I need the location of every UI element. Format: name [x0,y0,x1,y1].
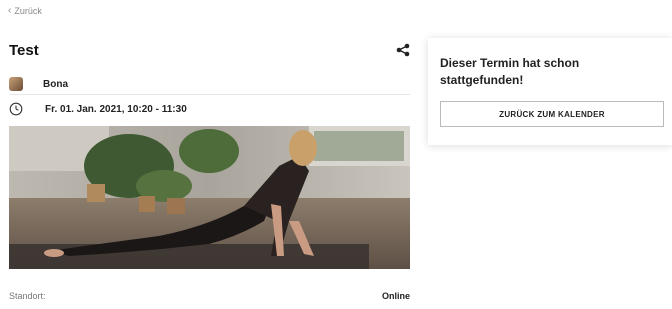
event-photo [9,126,410,269]
share-icon[interactable] [396,43,410,57]
location-row: Standort: Online [9,291,410,301]
location-label: Standort: [9,291,46,301]
back-link[interactable]: ‹ Zurück [8,5,42,17]
notice-message: Dieser Termin hat schon stattgefunden! [440,56,580,87]
location-value: Online [381,291,410,301]
date-row: Fr. 01. Jan. 2021, 10:20 - 11:30 [9,99,410,119]
avatar [9,77,23,91]
back-link-label: Zurück [14,6,42,16]
instructor-row: Bona [9,74,410,95]
event-datetime: Fr. 01. Jan. 2021, 10:20 - 11:30 [45,103,187,115]
back-to-calendar-button[interactable]: ZURÜCK ZUM KALENDER [440,101,664,127]
clock-icon [9,102,23,116]
instructor-name: Bona [43,78,68,90]
notice-card: Dieser Termin hat schon stattgefunden! Z… [428,38,672,145]
page-title: Test [9,42,39,59]
chevron-left-icon: ‹ [8,5,12,16]
